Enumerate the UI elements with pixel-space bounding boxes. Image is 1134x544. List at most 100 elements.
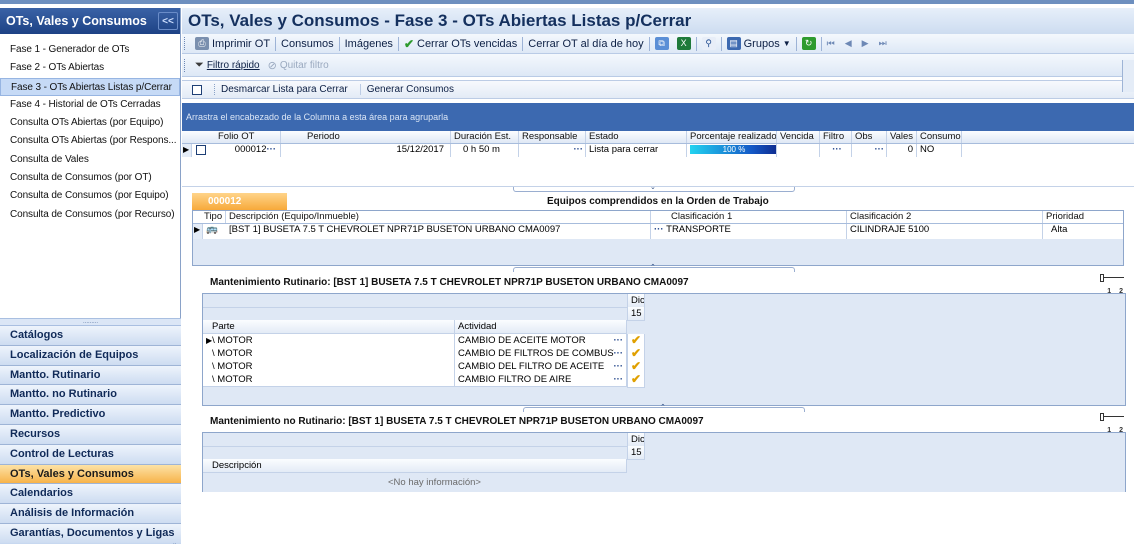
table-row-actividad[interactable]: CAMBIO FILTRO DE AIRE ··· xyxy=(455,373,627,387)
sidebar-item-consumos-recurso[interactable]: Consulta de Consumos (por Recurso) xyxy=(0,206,180,224)
col-responsable[interactable]: Responsable xyxy=(519,131,586,143)
table-row-actividad[interactable]: CAMBIO DEL FILTRO DE ACEITE ··· xyxy=(455,360,627,374)
sidebar-item-consumos-ot[interactable]: Consulta de Consumos (por OT) xyxy=(0,169,180,187)
desmarcar-button[interactable]: Desmarcar Lista para Cerrar xyxy=(214,84,354,95)
sidebar-item-consulta-equipo[interactable]: Consulta OTs Abiertas (por Equipo) xyxy=(0,114,180,132)
next-page-icon[interactable]: ▶ xyxy=(862,38,869,49)
search-button[interactable]: ⚲ xyxy=(698,37,720,50)
sidebar-splitter[interactable]: ......... xyxy=(0,318,181,326)
col-vales[interactable]: Vales xyxy=(887,131,917,143)
select-all-checkbox[interactable] xyxy=(192,84,202,95)
table-row-actividad[interactable]: CAMBIO DE ACEITE MOTOR ··· xyxy=(455,334,627,348)
consumos-button[interactable]: Consumos xyxy=(277,38,338,50)
ellipsis-button[interactable]: ··· xyxy=(875,144,885,155)
table-row-parte[interactable]: \ MOTOR xyxy=(203,347,455,361)
splitter-2[interactable]: ⌃ xyxy=(182,263,1134,273)
nav-calendarios[interactable]: Calendarios xyxy=(0,484,181,505)
day-col-spacer xyxy=(627,459,645,460)
sidebar-item-consulta-vales[interactable]: Consulta de Vales xyxy=(0,151,180,169)
col-prioridad[interactable]: Prioridad xyxy=(1043,211,1103,223)
slider-knob[interactable] xyxy=(1100,274,1104,282)
ellipsis-button[interactable]: ··· xyxy=(614,360,624,373)
imprimir-ot-button[interactable]: ⎙ Imprimir OT xyxy=(191,37,274,50)
nav-garantias[interactable]: Garantías, Documentos y Ligas xyxy=(0,523,181,544)
nav-mantto-predictivo[interactable]: Mantto. Predictivo xyxy=(0,405,181,425)
check-icon: ✔ xyxy=(631,360,642,373)
imagenes-button[interactable]: Imágenes xyxy=(341,38,397,50)
generar-consumos-button[interactable]: Generar Consumos xyxy=(359,84,460,95)
refresh-button[interactable]: ↻ xyxy=(798,37,820,50)
ellipsis-button[interactable]: ··· xyxy=(613,347,623,360)
col-descripcion[interactable]: Descripción xyxy=(203,459,627,473)
table-row-parte[interactable]: ▶\ MOTOR xyxy=(203,334,455,348)
col-tipo[interactable]: Tipo xyxy=(193,211,226,223)
col-estado[interactable]: Estado xyxy=(586,131,687,143)
col-clas1[interactable]: Clasificación 1 xyxy=(651,211,847,223)
nav-localizacion[interactable]: Localización de Equipos xyxy=(0,345,181,366)
zoom-slider[interactable]: 1 2 3 xyxy=(1100,274,1126,315)
sidebar-item-consulta-responsable[interactable]: Consulta OTs Abiertas (por Respons... xyxy=(0,132,180,150)
sidebar-item-fase1[interactable]: Fase 1 - Generador de OTs xyxy=(0,41,180,59)
col-folio[interactable]: Folio OT xyxy=(215,131,281,143)
excel-button[interactable]: X xyxy=(673,37,695,50)
ellipsis-button[interactable]: ··· xyxy=(267,144,277,155)
collapse-up-icon[interactable]: ⌃ xyxy=(660,403,666,411)
prev-page-icon[interactable]: ◀ xyxy=(845,38,852,49)
grupos-dropdown[interactable]: ▤ Grupos ▼ xyxy=(723,37,795,50)
sidebar-item-fase4[interactable]: Fase 4 - Historial de OTs Cerradas xyxy=(0,96,180,114)
network-icon-button[interactable]: ⧉ xyxy=(651,37,673,50)
row-checkbox[interactable] xyxy=(196,145,206,155)
col-actividad[interactable]: Actividad xyxy=(455,320,627,334)
ellipsis-button[interactable]: ··· xyxy=(654,224,666,235)
nav-catalogos[interactable]: Catálogos xyxy=(0,326,181,346)
separator xyxy=(720,36,722,51)
col-duracion[interactable]: Duración Est. xyxy=(451,131,519,143)
col-descripcion[interactable]: Descripción (Equipo/Inmueble) xyxy=(226,211,651,223)
table-row[interactable]: ▶ 🚌 [BST 1] BUSETA 7.5 T CHEVROLET NPR71… xyxy=(193,224,1123,239)
last-page-icon[interactable]: ⏭ xyxy=(879,38,887,49)
nav-mantto-no-rutinario[interactable]: Mantto. no Rutinario xyxy=(0,385,181,406)
col-consumo[interactable]: Consumo xyxy=(917,131,962,143)
nav-analisis[interactable]: Análisis de Información xyxy=(0,504,181,524)
ellipsis-button[interactable]: ··· xyxy=(614,373,624,386)
collapse-sidebar-button[interactable]: << xyxy=(158,12,178,30)
collapse-up-icon[interactable]: ⌃ xyxy=(650,263,656,271)
col-obs[interactable]: Obs xyxy=(852,131,887,143)
nav-recursos[interactable]: Recursos xyxy=(0,424,181,445)
slider-knob[interactable] xyxy=(1100,413,1104,421)
ellipsis-button[interactable]: ··· xyxy=(574,144,584,155)
table-row[interactable]: ▶ 000012··· 15/12/2017 0 h 50 m ··· List… xyxy=(182,144,1134,157)
table-row-parte[interactable]: \ MOTOR xyxy=(203,373,455,387)
quitar-filtro-button[interactable]: ⊘ Quitar filtro xyxy=(264,59,333,72)
ot-tab[interactable]: 000012 xyxy=(192,193,287,210)
filtro-rapido-button[interactable]: ⏷ Filtro rápido xyxy=(191,59,264,72)
nav-control-lecturas[interactable]: Control de Lecturas xyxy=(0,444,181,465)
col-clas2[interactable]: Clasificación 2 xyxy=(847,211,1043,223)
right-side-panel-tab[interactable] xyxy=(1122,60,1134,92)
col-periodo[interactable]: Periodo xyxy=(281,131,451,143)
cerrar-vencidas-button[interactable]: ✔ Cerrar OTs vencidas xyxy=(400,38,521,50)
ellipsis-button[interactable]: ··· xyxy=(832,144,842,155)
col-porcentaje[interactable]: Porcentaje realizado xyxy=(687,131,777,143)
group-drop-area[interactable]: Arrastra el encabezado de la Columna a e… xyxy=(182,103,1134,131)
zoom-slider[interactable]: 1 2 3 xyxy=(1100,413,1126,454)
col-filtro[interactable]: Filtro xyxy=(820,131,852,143)
scheduled-check[interactable]: ✔ xyxy=(627,373,645,388)
col-vencida[interactable]: Vencida xyxy=(777,131,820,143)
cerrar-dia-button[interactable]: Cerrar OT al día de hoy xyxy=(524,38,647,50)
table-row-actividad[interactable]: CAMBIO DE FILTROS DE COMBUST ··· xyxy=(455,347,627,361)
ellipsis-button[interactable]: ··· xyxy=(614,334,624,347)
table-row-parte[interactable]: \ MOTOR xyxy=(203,360,455,374)
row-selector[interactable]: ▶ xyxy=(193,224,203,239)
equipos-grid-header: Tipo Descripción (Equipo/Inmueble) Clasi… xyxy=(193,211,1123,224)
cell-clas1: ··· TRANSPORTE xyxy=(651,224,847,239)
col-parte[interactable]: Parte xyxy=(203,320,455,334)
collapse-down-icon[interactable]: ⌄ xyxy=(650,183,656,191)
sidebar-item-consumos-equipo[interactable]: Consulta de Consumos (por Equipo) xyxy=(0,187,180,205)
nav-mantto-rutinario[interactable]: Mantto. Rutinario xyxy=(0,365,181,386)
sidebar-item-fase2[interactable]: Fase 2 - OTs Abiertas xyxy=(0,59,180,77)
sidebar-item-fase3[interactable]: Fase 3 - OTs Abiertas Listas p/Cerrar xyxy=(0,77,180,96)
nav-ots-vales[interactable]: OTs, Vales y Consumos xyxy=(0,464,181,485)
first-page-icon[interactable]: ⏮ xyxy=(827,38,835,49)
row-selector[interactable]: ▶ xyxy=(182,144,192,157)
